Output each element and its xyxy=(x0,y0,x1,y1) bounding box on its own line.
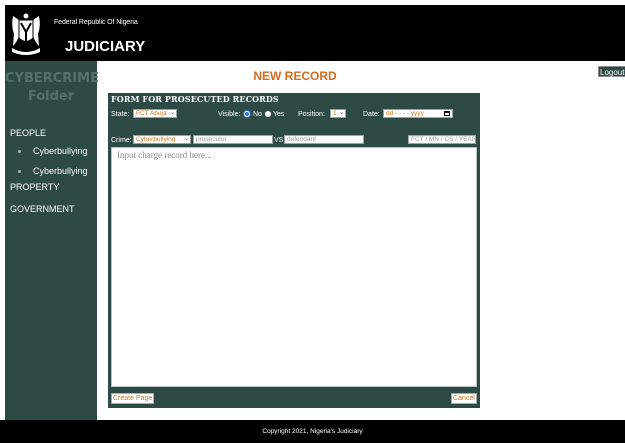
date-label: Date: xyxy=(363,111,380,118)
logout-button[interactable]: Logout xyxy=(598,66,625,77)
date-placeholder: dd - - - - yyyy xyxy=(386,110,424,117)
app-header: Federal Republic Of Nigeria JUDICIARY xyxy=(5,5,625,61)
position-select[interactable]: 1 ⌄ xyxy=(330,109,346,118)
sidebar-subtitle: Folder xyxy=(27,89,75,104)
coat-of-arms-icon xyxy=(9,12,43,56)
position-label: Position: xyxy=(298,111,325,118)
chevron-down-icon: ⌄ xyxy=(183,136,189,142)
sidebar-item-cyberbullying[interactable]: Cyberbullying xyxy=(33,146,88,156)
chevron-down-icon: ⌄ xyxy=(338,110,344,116)
state-select[interactable]: FCT Abuja ⌄ xyxy=(133,109,177,118)
bullet-icon xyxy=(18,150,21,153)
page-title: NEW RECORD xyxy=(253,69,337,83)
charge-record-textarea[interactable]: Input charge record here... xyxy=(111,147,477,387)
prosecuted-records-form: FORM FOR PROSECUTED RECORDS State: FCT A… xyxy=(108,93,480,408)
header-title: JUDICIARY xyxy=(65,38,146,55)
sidebar-item-government[interactable]: GOVERNMENT xyxy=(10,204,75,214)
prosecutor-input[interactable]: prosecutor xyxy=(193,135,273,144)
state-label: State: xyxy=(111,111,130,118)
create-page-button[interactable]: Create Page xyxy=(111,393,155,404)
form-title: FORM FOR PROSECUTED RECORDS xyxy=(111,94,279,104)
crime-label: Crime: xyxy=(111,137,132,144)
sidebar-item-property[interactable]: PROPERTY xyxy=(10,182,59,192)
chevron-down-icon: ⌄ xyxy=(169,110,175,116)
visible-yes-label: Yes xyxy=(273,111,285,118)
visible-yes-radio[interactable] xyxy=(265,111,271,117)
sidebar-item-cyberbullying[interactable]: Cyberbullying xyxy=(33,166,88,176)
sidebar-item-people[interactable]: PEOPLE xyxy=(10,128,46,138)
visible-no-radio[interactable] xyxy=(244,111,250,117)
state-select-value: FCT Abuja xyxy=(136,110,167,117)
crime-select-value: Cyberbullying xyxy=(136,136,176,143)
calendar-icon[interactable] xyxy=(444,111,450,116)
copyright-text: Copyright 2021, Nigeria's Judiciary xyxy=(262,428,363,435)
defendant-input[interactable]: defendant xyxy=(284,135,364,144)
cancel-button[interactable]: Cancel xyxy=(451,393,477,404)
header-subtitle: Federal Republic Of Nigeria xyxy=(54,19,138,26)
date-input[interactable]: dd - - - - yyyy xyxy=(383,109,453,118)
position-select-value: 1 xyxy=(333,110,337,117)
page-footer: Copyright 2021, Nigeria's Judiciary xyxy=(0,420,625,443)
sidebar: CYBERCRIME Folder PEOPLE Cyberbullying C… xyxy=(5,61,99,420)
case-reference-input[interactable]: FCT / MN / CS / YEAR xyxy=(408,135,476,144)
visible-no-label: No xyxy=(253,111,262,118)
visible-label: Visible: xyxy=(218,111,241,118)
versus-label: VS xyxy=(274,137,284,144)
crime-select[interactable]: Cyberbullying ⌄ xyxy=(133,135,191,144)
sidebar-title: CYBERCRIME xyxy=(5,71,99,86)
bullet-icon xyxy=(18,170,21,173)
